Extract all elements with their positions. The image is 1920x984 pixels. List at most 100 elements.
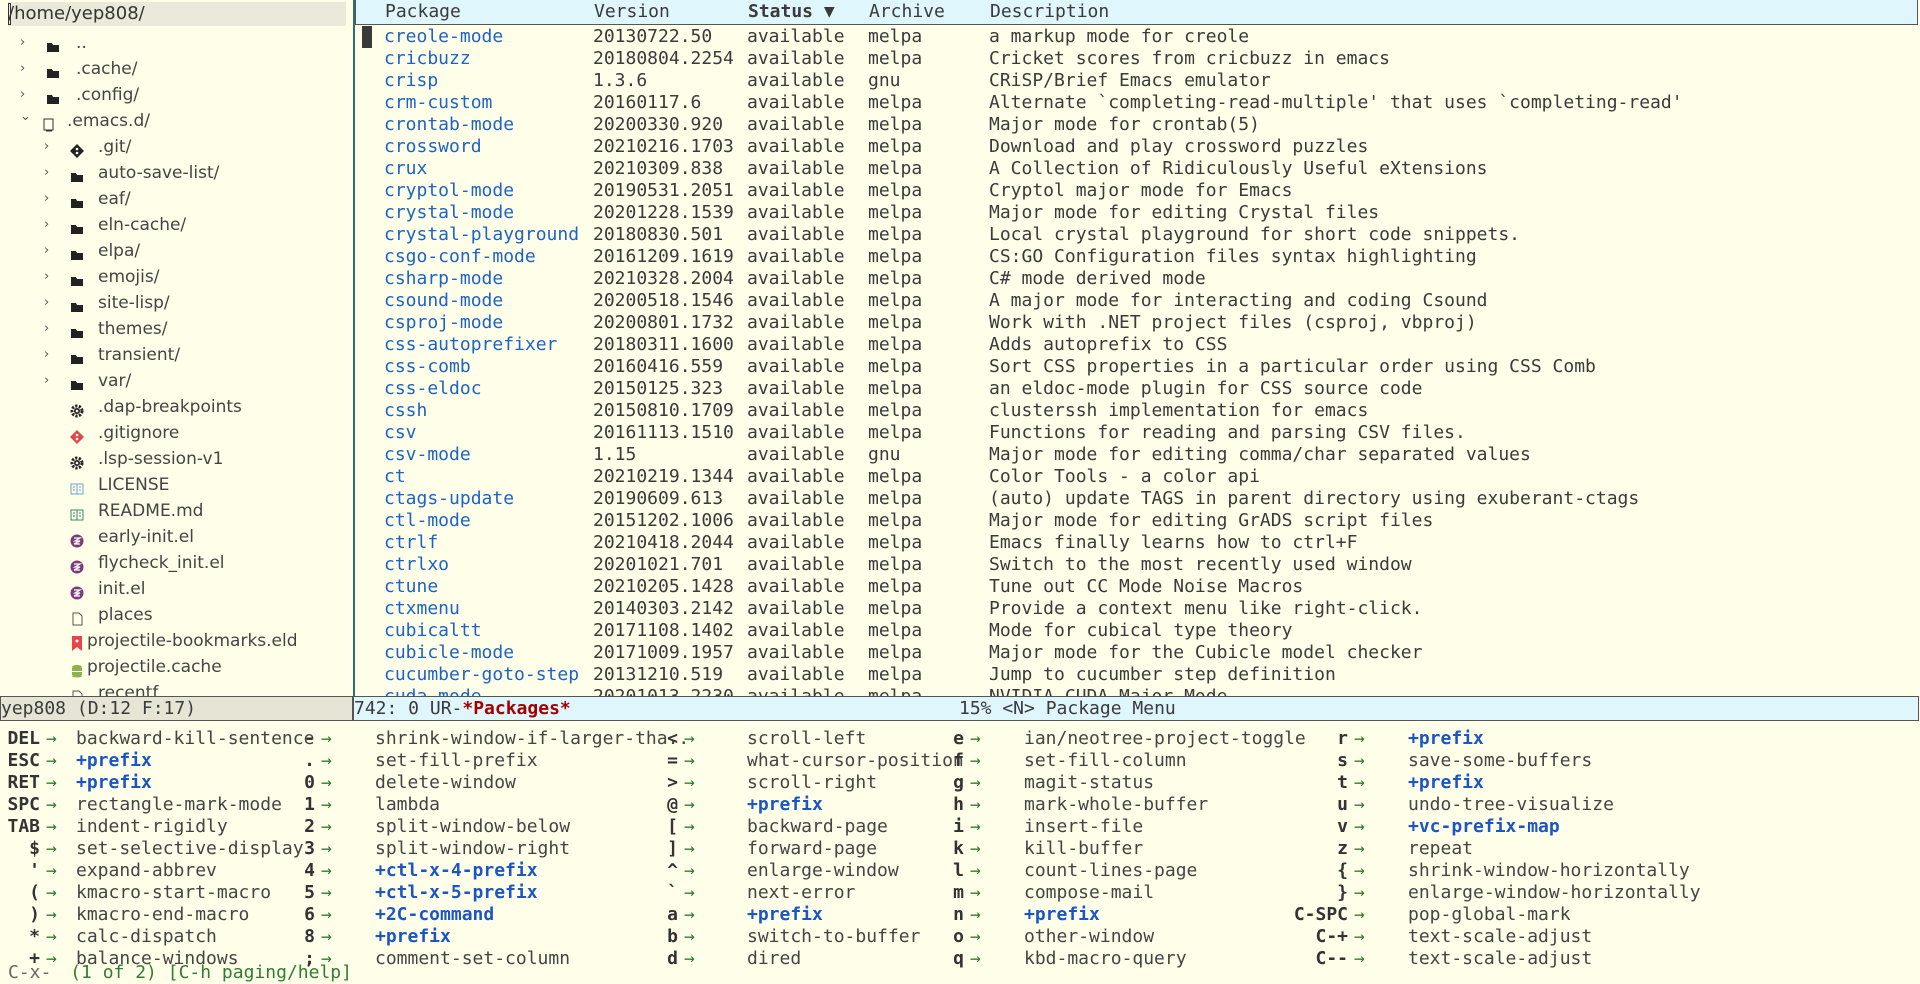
which-key-binding[interactable]: C-SPC → pop-global-mark [0, 904, 1920, 926]
package-name[interactable]: csharp-mode [384, 268, 503, 290]
column-header-package[interactable]: Package [385, 1, 461, 23]
package-row[interactable]: cuda-mode 20201013.2230 available melpa NVID… [355, 686, 1920, 696]
package-name[interactable]: crontab-mode [384, 114, 514, 136]
package-name[interactable]: cryptol-mode [384, 180, 514, 202]
package-row[interactable]: ctl-mode 20151202.1006 available melpa Major… [355, 510, 1920, 532]
package-name[interactable]: cssh [384, 400, 427, 422]
which-key-binding[interactable]: } → enlarge-window-horizontally [0, 882, 1920, 904]
package-row[interactable]: css-autoprefixer 20180311.1600 available me… [355, 334, 1920, 356]
package-name[interactable]: csv-mode [384, 444, 471, 466]
package-name[interactable]: crystal-mode [384, 202, 514, 224]
package-name[interactable]: crisp [384, 70, 438, 92]
which-key-binding[interactable]: u → undo-tree-visualize [0, 794, 1920, 816]
package-name[interactable]: crystal-playground [384, 224, 579, 246]
package-row[interactable]: csv-mode 1.15 available gnu Major mode for e… [355, 444, 1920, 466]
package-row[interactable]: ctags-update 20190609.613 available melpa (a… [355, 488, 1920, 510]
package-name[interactable]: cricbuzz [384, 48, 471, 70]
package-name[interactable]: csound-mode [384, 290, 503, 312]
package-name[interactable]: cubicle-mode [384, 642, 514, 664]
package-row[interactable]: cucumber-goto-step 20131210.519 available m… [355, 664, 1920, 686]
package-name[interactable]: csproj-mode [384, 312, 503, 334]
package-name[interactable]: css-autoprefixer [384, 334, 557, 356]
column-header-archive[interactable]: Archive [869, 1, 945, 23]
package-name[interactable]: ctl-mode [384, 510, 471, 532]
column-header-description[interactable]: Description [990, 1, 1109, 23]
package-row[interactable]: cubicle-mode 20171009.1957 available melpa M… [355, 642, 1920, 664]
column-header-status[interactable]: Status ▼ [748, 1, 835, 23]
package-row[interactable]: crisp 1.3.6 available gnu CRiSP/Brief Emacs … [355, 70, 1920, 92]
which-key-binding[interactable]: v → +vc-prefix-map [0, 816, 1920, 838]
package-row[interactable]: css-comb 20160416.559 available melpa Sort C… [355, 356, 1920, 378]
package-row[interactable]: cssh 20150810.1709 available melpa clusterss… [355, 400, 1920, 422]
package-name[interactable]: cubicaltt [384, 620, 482, 642]
mode-line-mode-info: 15% <N> Package Menu [959, 698, 1176, 719]
package-name[interactable]: ctxmenu [384, 598, 460, 620]
chevron-right-icon[interactable]: › [20, 56, 25, 82]
package-name[interactable]: ctrlf [384, 532, 438, 554]
package-name[interactable]: csgo-conf-mode [384, 246, 536, 268]
package-row[interactable]: ctrlf 20210418.2044 available melpa Emacs fi… [355, 532, 1920, 554]
package-name[interactable]: cucumber-goto-step [384, 664, 579, 686]
package-row[interactable]: csproj-mode 20200801.1732 available melpa Wo… [355, 312, 1920, 334]
package-name[interactable]: cuda-mode [384, 686, 482, 696]
package-row[interactable]: crystal-mode 20201228.1539 available melpa M… [355, 202, 1920, 224]
package-archive: melpa [868, 92, 923, 113]
package-row[interactable]: ctrlxo 20201021.701 available melpa Switch t… [355, 554, 1920, 576]
chevron-right-icon[interactable]: › [20, 30, 25, 56]
chevron-right-icon[interactable]: › [44, 160, 49, 186]
package-row[interactable]: ctune 20210205.1428 available melpa Tune out… [355, 576, 1920, 598]
column-header-version[interactable]: Version [594, 1, 670, 23]
which-key-command: +prefix [1408, 772, 1484, 793]
chevron-right-icon[interactable]: › [44, 186, 49, 212]
package-name[interactable]: css-eldoc [384, 378, 482, 400]
package-row[interactable]: crm-custom 20160117.6 available melpa Altern… [355, 92, 1920, 114]
chevron-right-icon[interactable]: › [44, 264, 49, 290]
package-row[interactable]: csharp-mode 20210328.2004 available melpa C#… [355, 268, 1920, 290]
package-name[interactable]: creole-mode [384, 26, 503, 48]
package-name[interactable]: crossword [384, 136, 482, 158]
which-key-binding[interactable]: z → repeat [0, 838, 1920, 860]
package-name[interactable]: crux [384, 158, 427, 180]
package-row[interactable]: crossword 20210216.1703 available melpa Down… [355, 136, 1920, 158]
neotree-item-label: flycheck_init.el [98, 553, 225, 573]
package-name[interactable]: csv [384, 422, 417, 444]
package-row[interactable]: cricbuzz 20180804.2254 available melpa Crick… [355, 48, 1920, 70]
package-row[interactable]: creole-mode 20130722.50 available melpa a ma… [355, 26, 1920, 48]
package-description: an eldoc-mode plugin for CSS source code [989, 378, 1423, 399]
package-row[interactable]: csound-mode 20200518.1546 available melpa A … [355, 290, 1920, 312]
chevron-right-icon[interactable]: › [44, 368, 49, 394]
arrow-right-icon: → [1354, 926, 1365, 947]
package-name[interactable]: ctrlxo [384, 554, 449, 576]
which-key-binding[interactable]: s → save-some-buffers [0, 750, 1920, 772]
package-name[interactable]: ctags-update [384, 488, 514, 510]
mode-line-buffer-name[interactable]: *Packages* [462, 698, 570, 719]
which-key-binding[interactable]: t → +prefix [0, 772, 1920, 794]
package-row[interactable]: ctxmenu 20140303.2142 available melpa Provid… [355, 598, 1920, 620]
chevron-down-icon[interactable]: ⌄ [20, 104, 31, 130]
which-key-binding[interactable]: {→ shrink-window-horizontally [0, 860, 1920, 882]
package-row[interactable]: cryptol-mode 20190531.2051 available melpa C… [355, 180, 1920, 202]
package-row[interactable]: ct 20210219.1344 available melpa Color Tools… [355, 466, 1920, 488]
chevron-right-icon[interactable]: › [44, 290, 49, 316]
package-description: Alternate `completing-read-multiple' tha… [989, 92, 1683, 113]
package-name[interactable]: ct [384, 466, 406, 488]
which-key-key: s [1337, 750, 1348, 771]
package-row[interactable]: cubicaltt 20171108.1402 available melpa Mode… [355, 620, 1920, 642]
chevron-right-icon[interactable]: › [44, 238, 49, 264]
package-name[interactable]: css-comb [384, 356, 471, 378]
package-row[interactable]: crystal-playground 20180830.501 available m… [355, 224, 1920, 246]
package-row[interactable]: csgo-conf-mode 20161209.1619 available melp… [355, 246, 1920, 268]
which-key-binding[interactable]: C-+ → text-scale-adjust [0, 926, 1920, 948]
package-row[interactable]: css-eldoc 20150125.323 available melpa an el… [355, 378, 1920, 400]
chevron-right-icon[interactable]: › [44, 316, 49, 342]
package-row[interactable]: crontab-mode 20200330.920 available melpa Ma… [355, 114, 1920, 136]
package-row[interactable]: csv 20161113.1510 available melpa Functions … [355, 422, 1920, 444]
package-row[interactable]: crux 20210309.838 available melpa A Collecti… [355, 158, 1920, 180]
which-key-binding[interactable]: r → +prefix [0, 728, 1920, 750]
chevron-right-icon[interactable]: › [44, 134, 49, 160]
neotree-path-header[interactable]: /home/yep808/ [8, 2, 346, 26]
chevron-right-icon[interactable]: › [44, 212, 49, 238]
package-name[interactable]: ctune [384, 576, 438, 598]
chevron-right-icon[interactable]: › [44, 342, 49, 368]
package-name[interactable]: crm-custom [384, 92, 492, 114]
